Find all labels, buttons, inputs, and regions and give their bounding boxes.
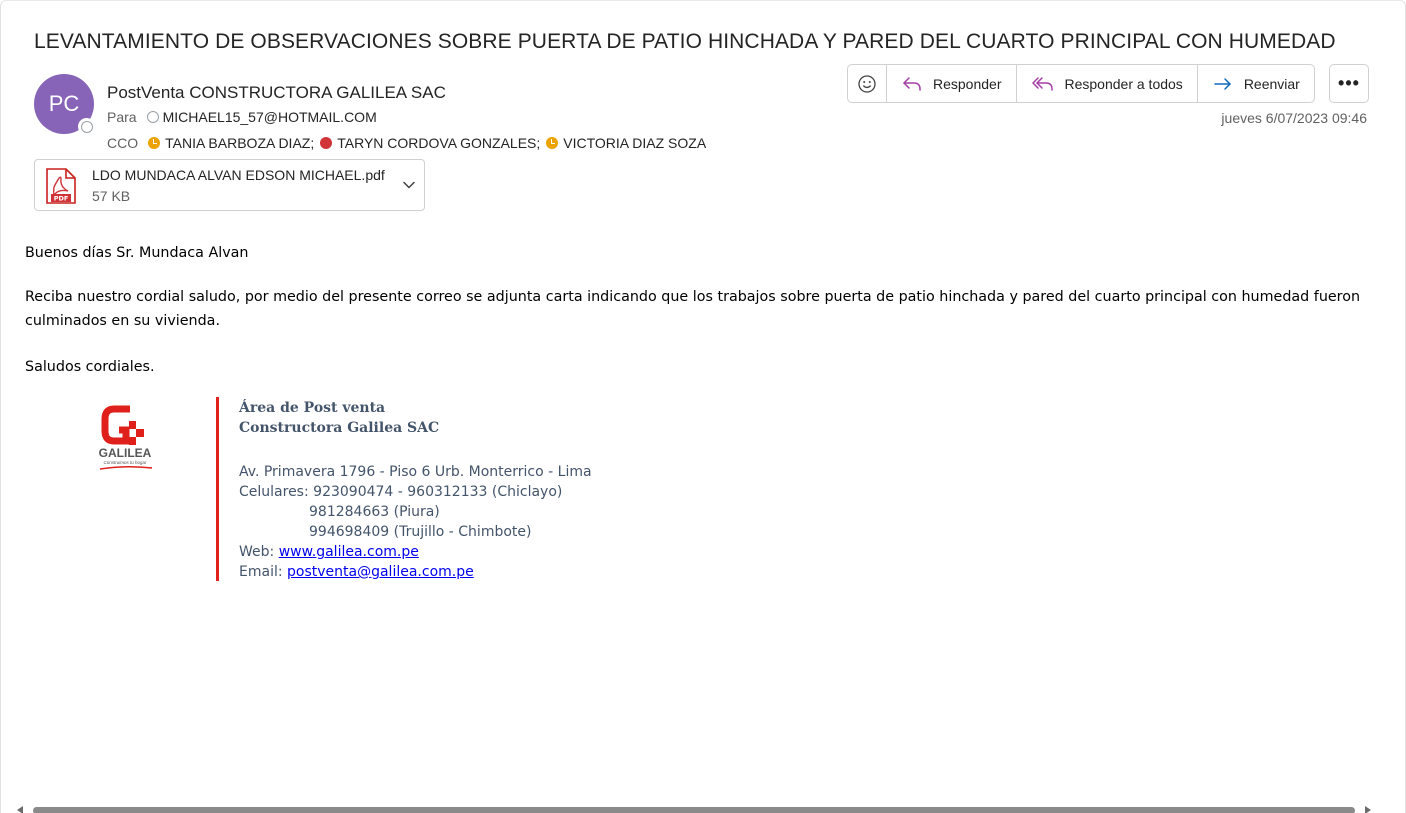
message-pane: LEVANTAMIENTO DE OBSERVACIONES SOBRE PUE… bbox=[0, 0, 1406, 813]
chevron-down-icon[interactable] bbox=[402, 178, 416, 192]
attachment-size: 57 KB bbox=[92, 188, 131, 204]
recipient-to[interactable]: MICHAEL15_57@HOTMAIL.COM bbox=[163, 109, 377, 125]
svg-text:GALILEA: GALILEA bbox=[99, 446, 152, 460]
signature-divider bbox=[216, 397, 219, 581]
email-signature: Área de Post venta Constructora Galilea … bbox=[239, 398, 592, 582]
body-paragraph: Reciba nuestro cordial saludo, por medio… bbox=[25, 289, 1361, 329]
presence-away-icon bbox=[546, 137, 559, 149]
galilea-logo: GALILEA Construimos tu hogar bbox=[99, 405, 153, 470]
more-actions-button[interactable]: ••• bbox=[1329, 64, 1369, 103]
recipient-cc[interactable]: TANIA BARBOZA DIAZ; bbox=[165, 135, 314, 151]
scroll-left-icon[interactable] bbox=[17, 806, 23, 813]
attachment-name: LDO MUNDACA ALVAN EDSON MICHAEL.pdf bbox=[92, 167, 385, 183]
reply-all-label: Responder a todos bbox=[1064, 75, 1183, 92]
reply-all-icon bbox=[1031, 76, 1053, 91]
pdf-icon: PDF bbox=[46, 168, 76, 204]
cc-row: CCO TANIA BARBOZA DIAZ; TARYN CORDOVA GO… bbox=[107, 135, 706, 151]
scroll-right-icon[interactable] bbox=[1365, 806, 1371, 813]
forward-button[interactable]: Reenviar bbox=[1198, 65, 1314, 102]
reply-icon bbox=[903, 76, 921, 91]
reply-button[interactable]: Responder bbox=[887, 65, 1017, 102]
presence-offline-icon bbox=[78, 118, 95, 135]
message-subject: LEVANTAMIENTO DE OBSERVACIONES SOBRE PUE… bbox=[34, 30, 1336, 53]
signature-web: Web: www.galilea.com.pe bbox=[239, 544, 419, 560]
attachment-card[interactable]: PDF LDO MUNDACA ALVAN EDSON MICHAEL.pdf … bbox=[34, 159, 425, 211]
recipient-cc[interactable]: VICTORIA DIAZ SOZA bbox=[563, 135, 706, 151]
reply-label: Responder bbox=[933, 75, 1002, 92]
signature-company: Constructora Galilea SAC bbox=[239, 420, 440, 436]
reply-all-button[interactable]: Responder a todos bbox=[1017, 65, 1198, 102]
forward-icon bbox=[1214, 77, 1231, 90]
presence-busy-icon bbox=[320, 137, 333, 149]
signature-phones-trujillo: 994698409 (Trujillo - Chimbote) bbox=[309, 524, 532, 540]
more-icon: ••• bbox=[1338, 73, 1360, 93]
to-row: Para MICHAEL15_57@HOTMAIL.COM bbox=[107, 109, 377, 125]
avatar-initials: PC bbox=[48, 91, 80, 116]
emoji-icon bbox=[858, 74, 876, 93]
signature-phones: Celulares: 923090474 - 960312133 (Chicla… bbox=[239, 484, 563, 500]
web-link[interactable]: www.galilea.com.pe bbox=[279, 544, 419, 560]
horizontal-scrollbar[interactable] bbox=[15, 805, 1377, 813]
svg-text:PDF: PDF bbox=[54, 195, 69, 203]
forward-label: Reenviar bbox=[1243, 75, 1300, 92]
signature-address: Av. Primavera 1796 - Piso 6 Urb. Monterr… bbox=[239, 464, 592, 480]
message-date: jueves 6/07/2023 09:46 bbox=[1221, 110, 1367, 126]
body-closing: Saludos cordiales. bbox=[25, 359, 155, 375]
signature-department: Área de Post venta bbox=[239, 400, 386, 416]
to-label: Para bbox=[107, 109, 137, 125]
presence-offline-icon bbox=[146, 111, 159, 123]
emoji-button[interactable] bbox=[848, 65, 887, 102]
body-greeting: Buenos días Sr. Mundaca Alvan bbox=[25, 245, 249, 261]
svg-text:Construimos tu hogar: Construimos tu hogar bbox=[103, 460, 147, 465]
message-actions-toolbar: Responder Responder a todos Reenviar bbox=[847, 64, 1315, 103]
scrollbar-thumb[interactable] bbox=[33, 807, 1355, 813]
cc-label: CCO bbox=[107, 135, 139, 151]
sender-name[interactable]: PostVenta CONSTRUCTORA GALILEA SAC bbox=[107, 83, 446, 103]
presence-away-icon bbox=[148, 137, 161, 149]
signature-phones-piura: 981284663 (Piura) bbox=[309, 504, 440, 520]
email-link[interactable]: postventa@galilea.com.pe bbox=[287, 564, 474, 580]
signature-email: Email: postventa@galilea.com.pe bbox=[239, 564, 474, 580]
recipient-cc[interactable]: TARYN CORDOVA GONZALES; bbox=[337, 135, 540, 151]
